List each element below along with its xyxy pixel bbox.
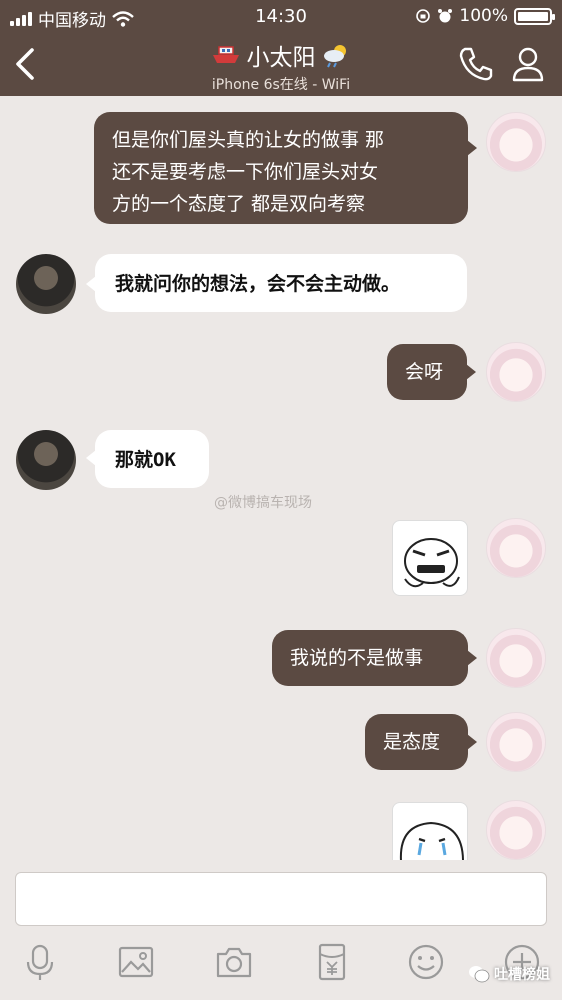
crying-blob-icon <box>399 821 464 860</box>
brand-watermark: 吐槽榜姐 <box>468 964 550 984</box>
message-bubble-sent[interactable]: 我说的不是做事 <box>272 630 468 686</box>
my-avatar[interactable] <box>486 112 546 172</box>
wechat-icon <box>469 966 490 983</box>
microphone-icon[interactable] <box>20 942 60 982</box>
chat-header: 中国移动 14:30 100% 小太阳 iPhone 6s在线 - WiFi <box>0 0 562 96</box>
contact-avatar[interactable] <box>16 430 76 490</box>
message-text: 但是你们屋头真的让女的做事 那 <box>112 129 385 151</box>
alarm-icon <box>438 9 453 23</box>
message-bubble-received[interactable]: 我就问你的想法，会不会主动做。 <box>95 254 467 312</box>
image-icon[interactable] <box>116 942 156 982</box>
message-bubble-sent[interactable]: 但是你们屋头真的让女的做事 那 还不是要考虑一下你们屋头对女 方的一个态度了 都… <box>94 112 468 224</box>
contact-avatar[interactable] <box>16 254 76 314</box>
sticker-message[interactable] <box>392 520 468 596</box>
message-text: 还不是要考虑一下你们屋头对女 <box>112 161 379 183</box>
my-avatar[interactable] <box>486 342 546 402</box>
meme-face-icon <box>404 538 460 588</box>
bubble-tail <box>466 364 476 380</box>
sticker-message[interactable] <box>392 802 468 860</box>
my-avatar[interactable] <box>486 628 546 688</box>
bubble-tail <box>467 734 477 750</box>
bubble-tail <box>467 650 477 666</box>
rotation-lock-icon <box>416 9 431 23</box>
battery-percent: 100% <box>459 6 508 26</box>
message-bubble-sent[interactable]: 会呀 <box>387 344 467 400</box>
message-text: 方的一个态度了 都是双向考察 <box>112 193 366 215</box>
weibo-watermark: @微博搞车现场 <box>214 495 312 511</box>
my-avatar[interactable] <box>486 800 546 860</box>
ship-icon <box>212 46 239 63</box>
my-avatar[interactable] <box>486 712 546 772</box>
brand-label: 吐槽榜姐 <box>494 967 550 983</box>
status-bar: 中国移动 14:30 100% <box>0 0 562 32</box>
camera-icon[interactable] <box>214 942 254 982</box>
battery-icon <box>514 7 555 25</box>
message-bubble-sent[interactable]: 是态度 <box>365 714 468 770</box>
bubble-tail <box>467 140 477 156</box>
contact-name[interactable]: 小太阳 <box>247 38 316 72</box>
phone-icon[interactable] <box>456 44 496 84</box>
emoji-icon[interactable] <box>406 942 446 982</box>
profile-icon[interactable] <box>508 44 548 84</box>
message-bubble-received[interactable]: 那就OK <box>95 430 209 488</box>
message-input[interactable] <box>15 872 547 926</box>
weather-icon <box>323 45 346 68</box>
my-avatar[interactable] <box>486 518 546 578</box>
red-packet-icon[interactable] <box>312 942 352 982</box>
